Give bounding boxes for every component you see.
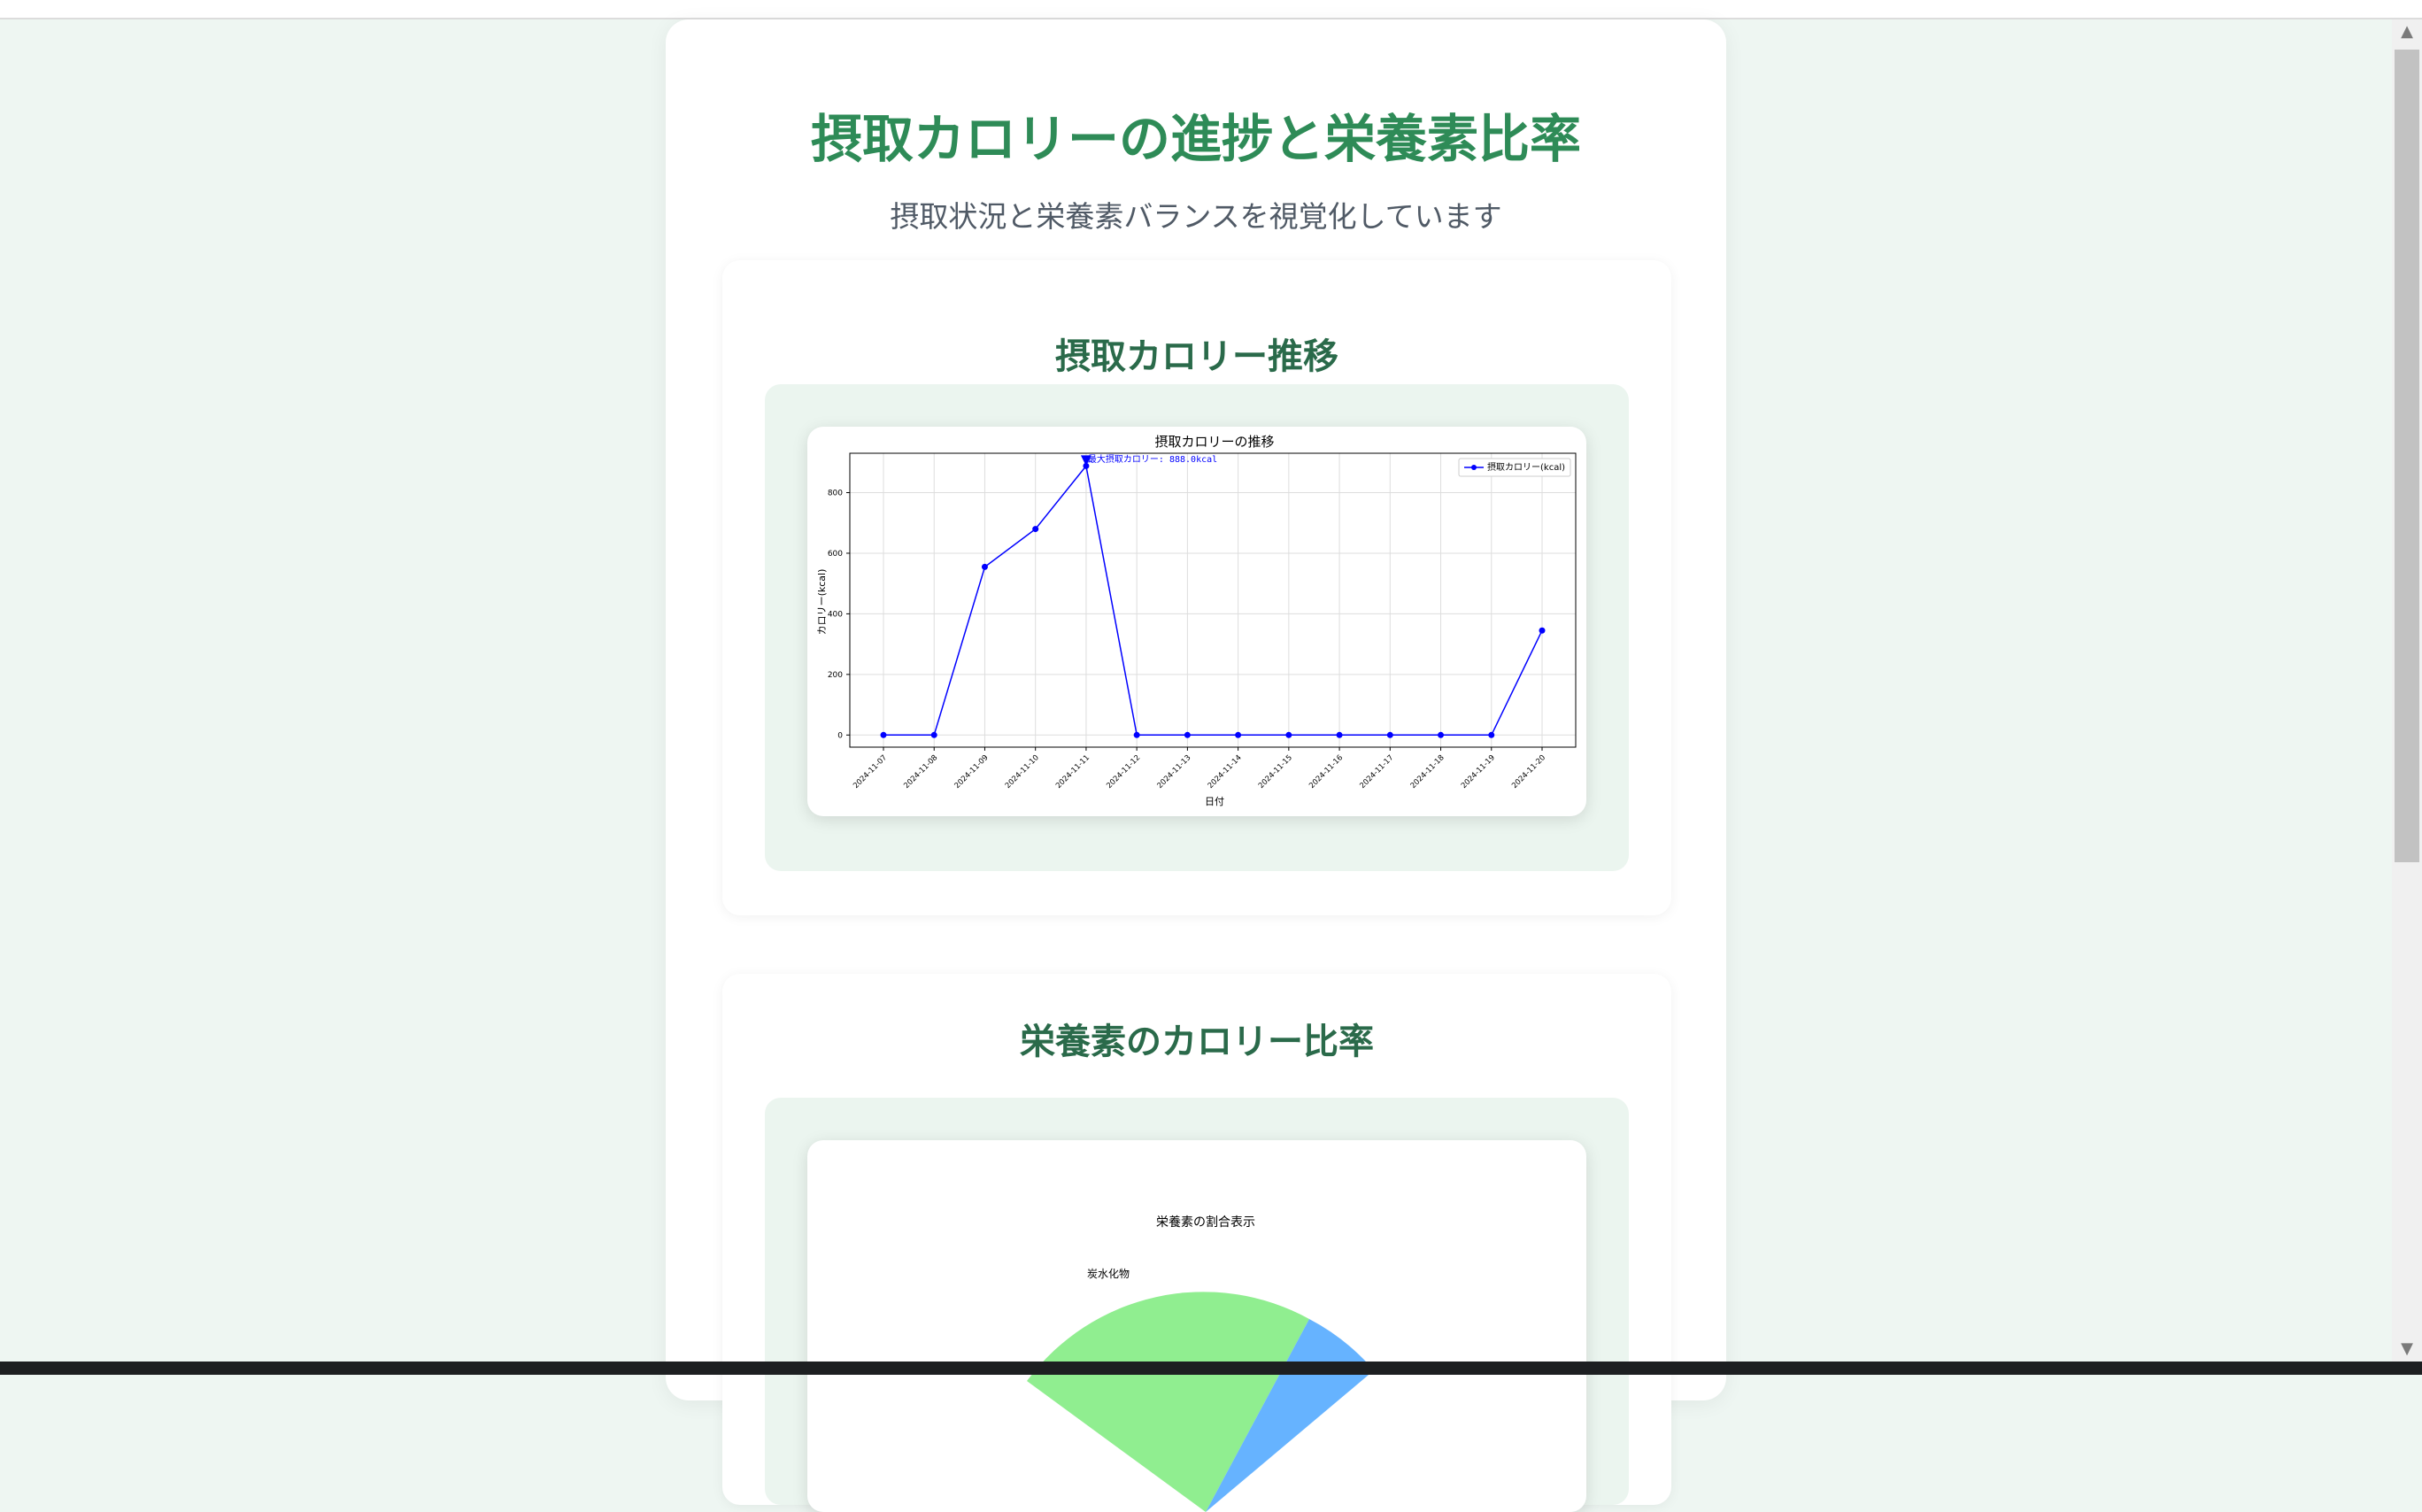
taskbar: [0, 1362, 2422, 1375]
data-point: [1235, 731, 1242, 738]
x-tick-label: 2024-11-09: [953, 753, 991, 791]
data-point: [1539, 627, 1546, 634]
pie-label-carbs: 炭水化物: [1087, 1268, 1130, 1280]
x-tick-label: 2024-11-17: [1358, 753, 1395, 791]
calorie-trend-section: 摂取カロリー推移 摂取カロリーの推移 日付 カロリー(kcal) 0 200 400…: [722, 260, 1671, 915]
nutrient-chart-background: 栄養素の割合表示 炭水化物: [765, 1098, 1629, 1512]
x-tick-label: 2024-11-16: [1307, 753, 1345, 791]
y-tick-label: 0: [837, 731, 843, 740]
x-tick-label: 2024-11-18: [1409, 753, 1446, 791]
x-tick-label: 2024-11-07: [852, 753, 889, 791]
x-tick-label: 2024-11-10: [1004, 753, 1041, 791]
calorie-chart-card: 摂取カロリーの推移 日付 カロリー(kcal) 0 200 400 600 800 20…: [807, 427, 1586, 816]
y-tick-label: 200: [828, 671, 843, 680]
x-tick-label: 2024-11-20: [1510, 753, 1547, 791]
data-point: [1386, 731, 1393, 738]
max-calorie-annotation: 最大摂取カロリー: 888.0kcal: [1088, 453, 1217, 465]
legend-series-label: 摂取カロリー(kcal): [1487, 461, 1565, 473]
line-chart-xlabel: 日付: [1205, 796, 1224, 807]
browser-top-bar: [0, 0, 2422, 19]
nutrient-ratio-section: 栄養素のカロリー比率 栄養素の割合表示 炭水化物: [722, 974, 1671, 1512]
data-point: [1285, 731, 1292, 738]
data-point: [1184, 731, 1191, 738]
scrollbar-thumb[interactable]: [2395, 50, 2419, 862]
x-tick-label: 2024-11-11: [1054, 753, 1091, 791]
page-card: 摂取カロリーの進捗と栄養素比率 摂取状況と栄養素バランスを視覚化しています 摂取…: [666, 19, 1726, 1512]
x-tick-label: 2024-11-19: [1460, 753, 1497, 791]
line-chart-plot-area: [849, 452, 1577, 748]
y-tick-label: 800: [828, 489, 843, 498]
data-point: [1488, 731, 1495, 738]
line-chart-ylabel: カロリー(kcal): [816, 569, 828, 636]
calorie-series-line: [883, 464, 1543, 737]
y-tick-label: 600: [828, 550, 843, 559]
line-chart-legend: 摂取カロリー(kcal): [1458, 458, 1571, 477]
x-tick-label: 2024-11-13: [1155, 753, 1192, 791]
scroll-up-icon[interactable]: ▲: [2395, 21, 2419, 42]
x-tick-label: 2024-11-12: [1105, 753, 1142, 791]
nutrient-chart-card: 栄養素の割合表示 炭水化物: [807, 1140, 1586, 1512]
x-tick-label: 2024-11-14: [1207, 753, 1244, 791]
data-point: [1032, 526, 1039, 533]
nutrient-ratio-title: 栄養素のカロリー比率: [1020, 1022, 1374, 1062]
calorie-line-chart: 摂取カロリーの推移 日付 カロリー(kcal) 0 200 400 600 800 20…: [816, 434, 1577, 807]
data-point: [1438, 731, 1445, 738]
x-tick-label: 2024-11-08: [902, 753, 939, 791]
calorie-chart-background: 摂取カロリーの推移 日付 カロリー(kcal) 0 200 400 600 800 20…: [765, 384, 1629, 871]
nutrient-pie-chart: 栄養素の割合表示 炭水化物: [1027, 1215, 1374, 1512]
page-title: 摂取カロリーの進捗と栄養素比率: [810, 109, 1581, 169]
calorie-trend-title: 摂取カロリー推移: [1055, 336, 1338, 377]
data-point: [1133, 731, 1140, 738]
data-point: [981, 563, 988, 570]
data-point: [880, 731, 887, 738]
y-tick-label: 400: [828, 610, 843, 619]
scroll-down-icon[interactable]: ▼: [2395, 1338, 2419, 1360]
x-tick-label: 2024-11-15: [1257, 753, 1294, 791]
page-subtitle: 摂取状況と栄養素バランスを視覚化しています: [890, 199, 1502, 234]
data-point: [930, 731, 937, 738]
pie-chart-title: 栄養素の割合表示: [1156, 1215, 1255, 1230]
data-point: [1336, 731, 1343, 738]
line-chart-title: 摂取カロリーの推移: [1154, 434, 1274, 450]
